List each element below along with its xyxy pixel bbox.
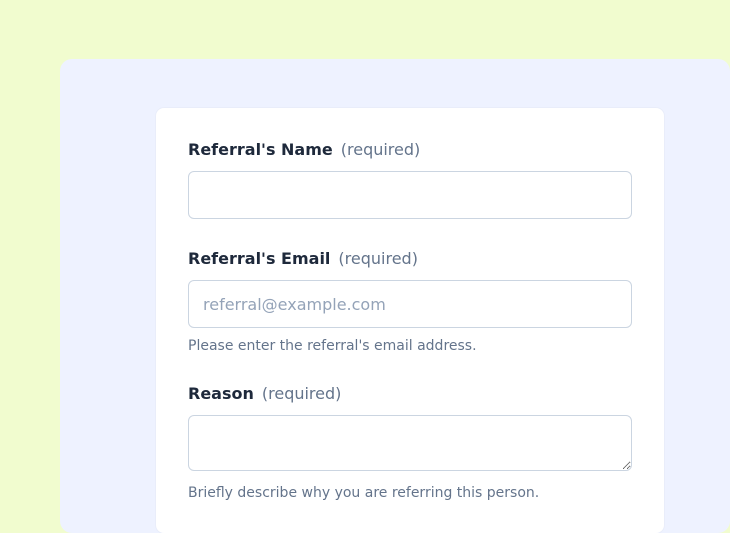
referral-name-input[interactable] [188,171,632,219]
label-row: Reason (required) [188,384,632,403]
required-indicator: (required) [262,384,342,403]
reason-label: Reason [188,384,254,403]
referral-form-card: Referral's Name (required) Referral's Em… [156,108,664,533]
label-row: Referral's Email (required) [188,249,632,268]
required-indicator: (required) [338,249,418,268]
field-referral-email: Referral's Email (required) Please enter… [188,249,632,354]
field-reason: Reason (required) Briefly describe why y… [188,384,632,501]
referral-email-input[interactable] [188,280,632,328]
page-container: Referral's Name (required) Referral's Em… [60,59,730,533]
label-row: Referral's Name (required) [188,140,632,159]
required-indicator: (required) [341,140,421,159]
reason-textarea[interactable] [188,415,632,471]
field-referral-name: Referral's Name (required) [188,140,632,219]
referral-email-help: Please enter the referral's email addres… [188,338,632,354]
reason-help: Briefly describe why you are referring t… [188,485,632,501]
referral-name-label: Referral's Name [188,140,333,159]
referral-email-label: Referral's Email [188,249,330,268]
